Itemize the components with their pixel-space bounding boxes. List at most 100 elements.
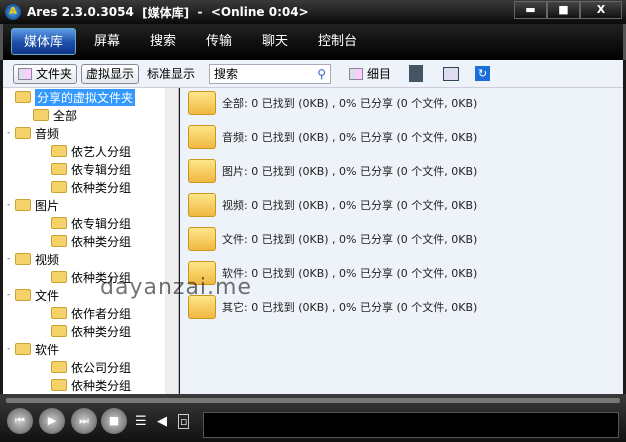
collapse-icon[interactable]: - xyxy=(7,290,15,300)
tab-transfer[interactable]: 传输 xyxy=(206,28,232,55)
tab-library[interactable]: 媒体库 xyxy=(11,28,77,55)
category-list: 全部: 0 已找到 (0KB) , 0% 已分享 (0 个文件, 0KB) 音频:… xyxy=(180,88,623,394)
details-icon xyxy=(349,67,364,80)
category-label: 其它: 0 已找到 (0KB) , 0% 已分享 (0 个文件, 0KB) xyxy=(222,301,478,314)
tab-screen[interactable]: 屏幕 xyxy=(94,28,120,55)
tree-item-label: 依公司分组 xyxy=(71,360,132,375)
online-status: <Online 0:04> xyxy=(210,5,309,19)
folder-icon xyxy=(51,181,67,193)
tree-item[interactable]: - 软件 xyxy=(3,340,178,358)
search-input[interactable]: 搜索 ⚲ xyxy=(209,63,332,84)
tree-item-label: 音频 xyxy=(35,126,60,141)
tab-search[interactable]: 搜索 xyxy=(150,28,176,55)
folder-icon xyxy=(15,343,31,355)
stop-button[interactable]: ■ xyxy=(101,408,127,434)
folder-tree: 分享的虚拟文件夹 全部 - 音频 依艺人分组 依专辑分组 依种类分组 - 图片 依专辑分组 依种类分… xyxy=(3,88,179,394)
tree-item[interactable]: - 图片 xyxy=(3,196,178,214)
folder-icon xyxy=(15,91,31,103)
main-tabs: 媒体库 屏幕 搜索 传输 聊天 控制台 xyxy=(0,24,626,60)
minimize-button[interactable]: ▬ xyxy=(514,1,547,19)
folder-icon xyxy=(15,289,31,301)
volume-icon[interactable]: ◀ xyxy=(157,414,167,429)
category-folder-icon xyxy=(188,159,216,183)
tree-item[interactable]: 依种类分组 xyxy=(3,178,178,196)
title-separator: - xyxy=(197,5,203,19)
tree-item[interactable]: 依种类分组 xyxy=(3,376,178,394)
tree-item-label: 依专辑分组 xyxy=(71,216,132,231)
category-label: 音频: 0 已找到 (0KB) , 0% 已分享 (0 个文件, 0KB) xyxy=(222,131,478,144)
tree-item-label: 软件 xyxy=(35,342,60,357)
tree-item[interactable]: 依艺人分组 xyxy=(3,142,178,160)
section-name: [媒体库] xyxy=(142,5,190,20)
tab-console[interactable]: 控制台 xyxy=(318,28,357,55)
folder-icon xyxy=(15,253,31,265)
tree-item-label: 依作者分组 xyxy=(71,306,132,321)
collapse-icon[interactable]: - xyxy=(7,344,15,354)
seek-bar[interactable] xyxy=(6,398,620,403)
tree-item[interactable]: 依种类分组 xyxy=(3,322,178,340)
category-row[interactable]: 文件: 0 已找到 (0KB) , 0% 已分享 (0 个文件, 0KB) xyxy=(188,227,477,251)
folder-icon xyxy=(33,109,49,121)
tree-item-label: 依种类分组 xyxy=(71,378,132,393)
collapse-icon[interactable]: - xyxy=(7,128,15,138)
category-row[interactable]: 全部: 0 已找到 (0KB) , 0% 已分享 (0 个文件, 0KB) xyxy=(188,91,477,115)
tree-item[interactable]: 依专辑分组 xyxy=(3,214,178,232)
tree-item[interactable]: 依种类分组 xyxy=(3,232,178,250)
folder-icon xyxy=(51,325,67,337)
tree-item-label: 全部 xyxy=(53,108,78,123)
playlist-icon[interactable]: ☰ xyxy=(135,414,147,429)
trash-icon[interactable] xyxy=(409,65,424,82)
tree-item-label: 依艺人分组 xyxy=(71,144,132,159)
folder-icon xyxy=(15,199,31,211)
details-button[interactable]: 细目 xyxy=(349,65,391,82)
watermark: dayanzai.me xyxy=(100,275,252,300)
details-label: 细目 xyxy=(367,67,392,81)
folder-button[interactable]: 文件夹 xyxy=(13,63,78,84)
ares-logo-icon: A xyxy=(5,4,21,20)
close-button[interactable]: X xyxy=(580,1,622,19)
refresh-icon[interactable]: ↻ xyxy=(475,66,491,81)
radio-icon[interactable]: ▫ xyxy=(178,414,190,429)
folder-icon xyxy=(51,235,67,247)
standard-view-button[interactable]: 标准显示 xyxy=(147,65,195,82)
collapse-icon[interactable]: - xyxy=(7,254,15,264)
previous-button[interactable]: ⏮ xyxy=(7,408,33,434)
tree-item-label: 视频 xyxy=(35,252,60,267)
tree-item[interactable]: 分享的虚拟文件夹 xyxy=(3,88,178,106)
add-share-icon[interactable] xyxy=(443,66,460,81)
tree-item-label: 依专辑分组 xyxy=(71,162,132,177)
maximize-button[interactable]: ■ xyxy=(547,1,580,19)
tree-scrollbar[interactable] xyxy=(165,88,178,394)
play-button[interactable]: ▶ xyxy=(39,408,65,434)
folder-icon xyxy=(51,163,67,175)
search-icon[interactable]: ⚲ xyxy=(317,67,326,81)
category-label: 全部: 0 已找到 (0KB) , 0% 已分享 (0 个文件, 0KB) xyxy=(222,97,478,110)
tree-item[interactable]: 依专辑分组 xyxy=(3,160,178,178)
category-row[interactable]: 音频: 0 已找到 (0KB) , 0% 已分享 (0 个文件, 0KB) xyxy=(188,125,477,149)
folder-icon xyxy=(51,217,67,229)
category-label: 图片: 0 已找到 (0KB) , 0% 已分享 (0 个文件, 0KB) xyxy=(222,165,478,178)
tree-item[interactable]: 依作者分组 xyxy=(3,304,178,322)
category-label: 文件: 0 已找到 (0KB) , 0% 已分享 (0 个文件, 0KB) xyxy=(222,233,478,246)
collapse-icon[interactable]: - xyxy=(7,200,15,210)
folder-icon xyxy=(51,307,67,319)
folder-icon xyxy=(15,127,31,139)
next-button[interactable]: ⏭ xyxy=(71,408,97,434)
folder-icon xyxy=(51,145,67,157)
tree-item[interactable]: - 音频 xyxy=(3,124,178,142)
category-row[interactable]: 图片: 0 已找到 (0KB) , 0% 已分享 (0 个文件, 0KB) xyxy=(188,159,477,183)
category-folder-icon xyxy=(188,227,216,251)
tab-chat[interactable]: 聊天 xyxy=(262,28,288,55)
category-folder-icon xyxy=(188,193,216,217)
tree-item[interactable]: 依公司分组 xyxy=(3,358,178,376)
tree-item[interactable]: - 视频 xyxy=(3,250,178,268)
now-playing-display xyxy=(203,412,619,438)
tree-item-label: 图片 xyxy=(35,198,60,213)
folder-icon xyxy=(51,271,67,283)
tree-item[interactable]: 全部 xyxy=(3,106,178,124)
folder-view-icon xyxy=(18,67,32,80)
category-row[interactable]: 视频: 0 已找到 (0KB) , 0% 已分享 (0 个文件, 0KB) xyxy=(188,193,477,217)
tree-item-label: 依种类分组 xyxy=(71,180,132,195)
virtual-view-button[interactable]: 虚拟显示 xyxy=(81,63,140,84)
tree-item-label: 分享的虚拟文件夹 xyxy=(35,88,136,106)
